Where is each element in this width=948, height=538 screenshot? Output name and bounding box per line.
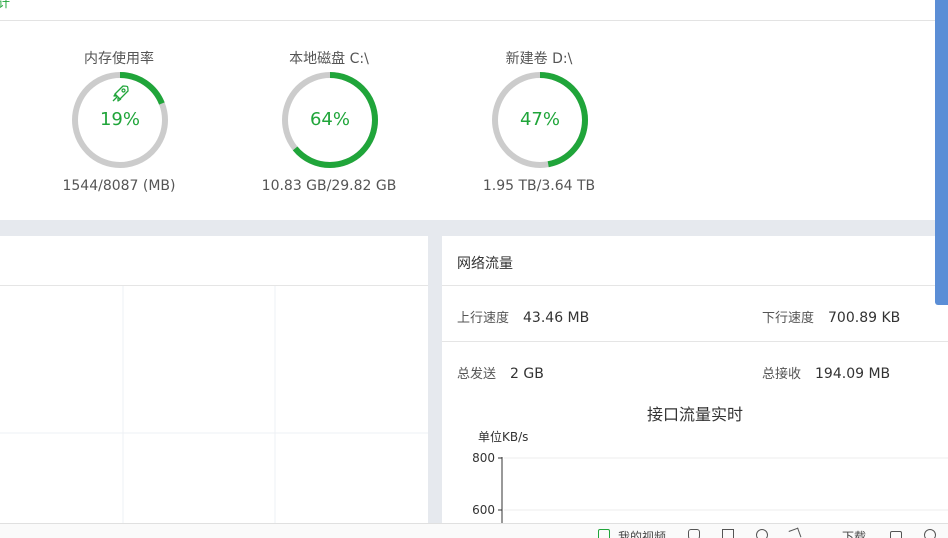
disk-c-title: 本地磁盘 C:\	[289, 51, 369, 67]
network-traffic-panel: 网络流量 上行速度 43.46 MB 下行速度 700.89 KB 总发送 2 GB …	[442, 236, 948, 537]
total-received-label: 总接收	[762, 367, 802, 382]
chart-y-tick-label: 800	[472, 451, 495, 465]
total-sent: 总发送 2 GB	[457, 363, 544, 382]
memory-detail: 1544/8087 (MB)	[62, 178, 176, 194]
upload-speed-value: 43.46 MB	[523, 310, 590, 326]
network-chart: 单位KB/s 800 600	[472, 429, 948, 537]
taskbar: 我的视频 下载	[0, 523, 948, 538]
load-chart-panel	[0, 236, 428, 537]
chart-y-tick-label: 600	[472, 503, 495, 517]
total-received-value: 194.09 MB	[815, 366, 891, 382]
disk-d-detail: 1.95 TB/3.64 TB	[482, 178, 596, 194]
chart-title: 接口流量实时	[646, 405, 743, 424]
divider	[442, 341, 948, 342]
load-chart-grid	[0, 286, 428, 537]
upload-speed-label: 上行速度	[457, 311, 510, 326]
total-received: 总接收 194.09 MB	[762, 363, 890, 382]
memory-percent: 19%	[99, 109, 140, 130]
memory-gauge-title: 内存使用率	[84, 51, 154, 67]
total-sent-value: 2 GB	[510, 366, 544, 382]
download-speed-label: 下行速度	[762, 311, 815, 326]
disk-c-percent: 64%	[309, 109, 350, 130]
disk-d-percent: 47%	[519, 109, 560, 130]
total-sent-label: 总发送	[457, 367, 497, 382]
rocket-icon[interactable]	[788, 527, 802, 538]
network-title: 网络流量	[457, 256, 513, 272]
disk-d-title: 新建卷 D:\	[505, 51, 573, 67]
scrollbar-edge[interactable]	[935, 0, 948, 305]
load-chart-header	[0, 236, 428, 286]
rocket-icon	[112, 85, 129, 102]
top-toolbar-strip: 计	[0, 0, 935, 21]
upload-speed: 上行速度 43.46 MB	[457, 307, 589, 326]
resource-gauges-panel: 内存使用率 19% 1544/8087 (MB) 本地磁盘 C:\ 64% 10…	[0, 21, 935, 220]
download-speed-value: 700.89 KB	[828, 310, 901, 326]
cut-off-text: 计	[0, 0, 11, 10]
chart-y-unit: 单位KB/s	[478, 429, 528, 444]
disk-c-detail: 10.83 GB/29.82 GB	[261, 178, 397, 194]
download-speed: 下行速度 700.89 KB	[762, 307, 900, 326]
divider	[442, 285, 948, 286]
